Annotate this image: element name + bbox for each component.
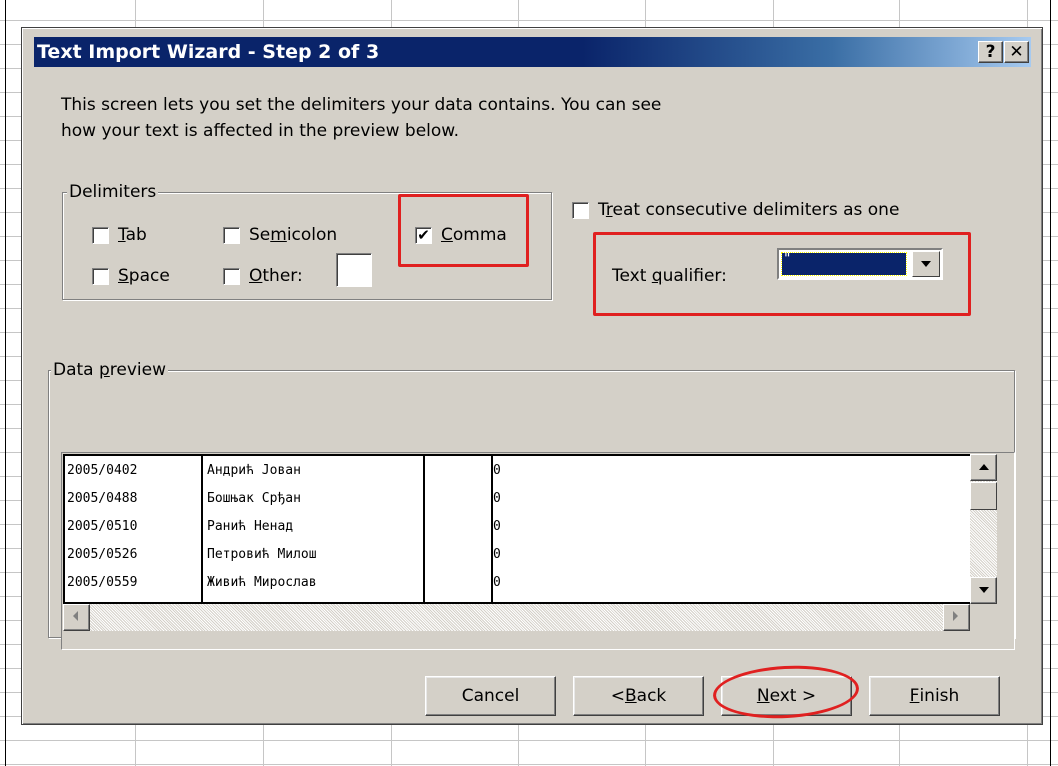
data-preview-table[interactable]: 2005/0402 Андрић Јован 0 2005/0488 Бошња… — [63, 454, 987, 604]
space-checkbox-box[interactable] — [92, 267, 109, 285]
arrow-up-icon — [979, 464, 989, 470]
semicolon-checkbox-box[interactable] — [223, 226, 240, 244]
other-label: Other: — [249, 266, 303, 286]
help-icon: ? — [985, 42, 996, 62]
semicolon-label: Semicolon — [249, 225, 338, 245]
arrow-left-icon — [73, 611, 78, 621]
semicolon-checkbox[interactable]: Semicolon — [223, 225, 337, 245]
tab-checkbox-box[interactable] — [92, 226, 109, 244]
cancel-button[interactable]: Cancel — [425, 676, 556, 716]
finish-button[interactable]: Finish — [869, 676, 1000, 716]
intro-line-2: how your text is affected in the preview… — [61, 121, 460, 141]
other-checkbox-box[interactable] — [223, 267, 240, 285]
close-button[interactable]: ✕ — [1004, 41, 1029, 63]
vertical-scrollbar[interactable] — [970, 454, 997, 604]
tab-label: Tab — [118, 225, 147, 245]
arrow-down-icon — [979, 587, 989, 593]
other-checkbox[interactable]: Other: — [223, 266, 303, 286]
vertical-scroll-thumb[interactable] — [970, 482, 997, 510]
other-delimiter-input[interactable] — [336, 253, 372, 287]
data-preview-pane: 2005/0402 Андрић Јован 0 2005/0488 Бошња… — [61, 452, 1015, 650]
arrow-right-icon — [953, 611, 958, 621]
comma-highlight-annotation — [398, 194, 529, 267]
space-label: Space — [118, 266, 170, 286]
horizontal-scrollbar[interactable] — [63, 604, 970, 631]
treat-consecutive-checkbox-box[interactable] — [572, 201, 589, 219]
help-button[interactable]: ? — [978, 41, 1003, 63]
scroll-up-button[interactable] — [970, 454, 997, 481]
table-row: 2005/0559 Живић Мирослав 0 — [67, 575, 501, 590]
tab-checkbox[interactable]: Tab — [92, 225, 147, 245]
data-preview-legend: Data preview — [51, 360, 169, 380]
scroll-left-button[interactable] — [63, 604, 90, 631]
delimiters-legend: Delimiters — [67, 182, 159, 202]
intro-line-1: This screen lets you set the delimiters … — [61, 95, 662, 115]
table-row: 2005/0510 Ранић Ненад 0 — [67, 519, 501, 534]
scroll-right-button[interactable] — [943, 604, 970, 631]
table-row: 2005/0488 Бошњак Срђан 0 — [67, 491, 501, 506]
table-row: 2005/0526 Петровић Милош 0 — [67, 547, 501, 562]
close-icon: ✕ — [1009, 42, 1024, 62]
scroll-down-button[interactable] — [970, 577, 997, 604]
table-row: 2005/0402 Андрић Јован 0 — [67, 463, 501, 478]
treat-consecutive-checkbox[interactable]: Treat consecutive delimiters as one — [572, 200, 899, 220]
title-bar[interactable]: Text Import Wizard - Step 2 of 3 ? ✕ — [34, 37, 1031, 67]
intro-text: This screen lets you set the delimiters … — [61, 92, 781, 144]
treat-consecutive-label: Treat consecutive delimiters as one — [598, 200, 900, 220]
window-title: Text Import Wizard - Step 2 of 3 — [37, 41, 380, 63]
qualifier-highlight-annotation — [593, 232, 971, 316]
space-checkbox[interactable]: Space — [92, 266, 170, 286]
back-button[interactable]: < Back — [573, 676, 704, 716]
